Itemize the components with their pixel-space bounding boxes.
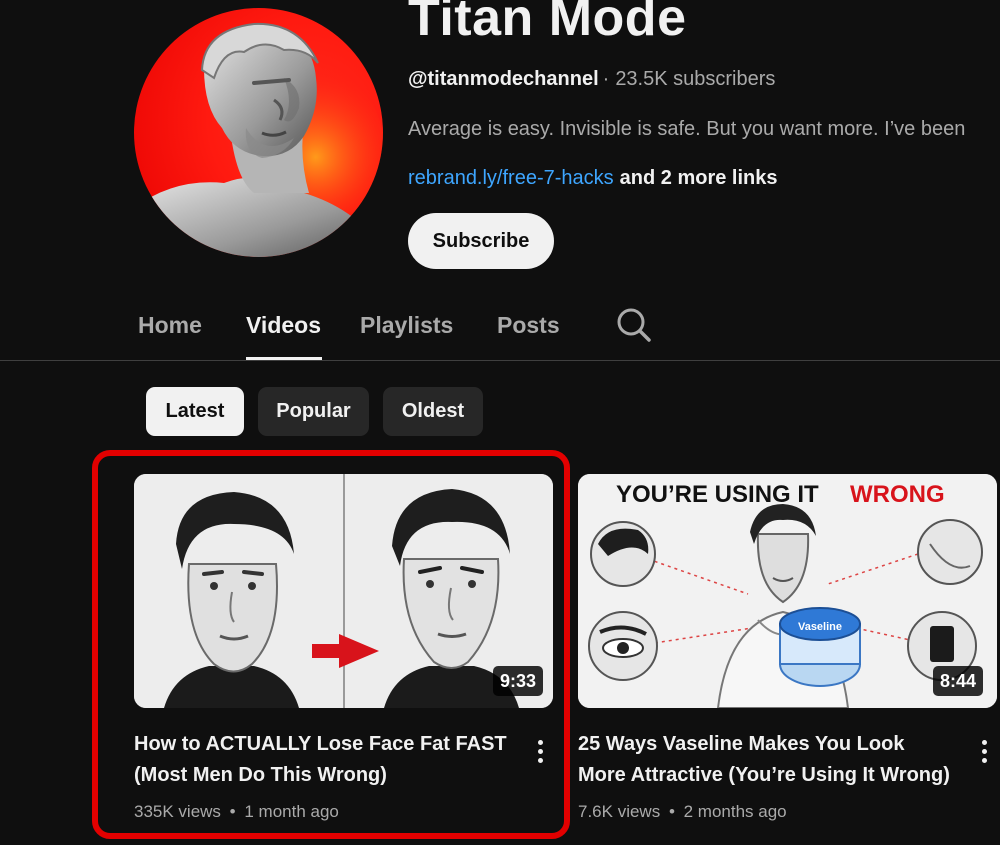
filter-latest[interactable]: Latest	[146, 387, 244, 436]
upload-age: 1 month ago	[244, 802, 339, 821]
meta-separator: ·	[602, 68, 610, 90]
filter-popular[interactable]: Popular	[258, 387, 369, 436]
video-duration: 9:33	[492, 666, 543, 696]
video-title-line: How to ACTUALLY Lose Face Fat FAST	[134, 733, 507, 755]
channel-title: Titan Mode	[408, 0, 687, 47]
view-count: 7.6K views	[578, 802, 661, 821]
filter-oldest[interactable]: Oldest	[383, 387, 483, 436]
channel-description[interactable]: Average is easy. Invisible is safe. But …	[408, 118, 965, 141]
upload-age: 2 months ago	[683, 802, 787, 821]
channel-avatar[interactable]	[134, 8, 383, 257]
video-thumbnail[interactable]: 9:33	[134, 474, 553, 708]
channel-handle: @titanmodechannel	[408, 68, 599, 90]
thumbnail-headline-accent: WRONG	[850, 481, 945, 508]
channel-page: Titan Mode @titanmodechannel · 23.5K subsc…	[0, 0, 1000, 845]
tab-posts[interactable]: Posts	[497, 312, 560, 339]
search-icon[interactable]	[614, 305, 654, 345]
channel-link[interactable]: rebrand.ly/free-7-hacks	[408, 167, 614, 189]
statue-bust-icon	[134, 22, 383, 257]
video-title[interactable]: How to ACTUALLY Lose Face Fat FAST (Most…	[134, 729, 524, 791]
video-thumbnail[interactable]: Vaseline YOU’RE USING IT WRONG 8:44	[578, 474, 997, 708]
view-count: 335K views	[134, 802, 221, 821]
meta-separator: •	[229, 802, 236, 821]
more-options-icon[interactable]	[973, 734, 995, 768]
tab-playlists[interactable]: Playlists	[360, 312, 453, 339]
jar-label: Vaseline	[798, 621, 842, 633]
channel-meta: @titanmodechannel · 23.5K subscribers	[408, 68, 775, 91]
video-title-line: 25 Ways Vaseline Makes You Look	[578, 733, 905, 755]
tabs-divider	[0, 360, 1000, 361]
video-duration: 8:44	[932, 666, 983, 696]
more-links-button[interactable]: and 2 more links	[620, 167, 778, 189]
channel-links: rebrand.ly/free-7-hacks and 2 more links	[408, 167, 778, 190]
video-title-line: More Attractive (You’re Using It Wrong)	[578, 764, 950, 786]
video-title-line: (Most Men Do This Wrong)	[134, 764, 387, 786]
video-title[interactable]: 25 Ways Vaseline Makes You Look More Att…	[578, 729, 973, 791]
video-meta: 335K views • 1 month ago	[134, 802, 339, 822]
tab-home[interactable]: Home	[138, 312, 202, 339]
tab-videos[interactable]: Videos	[246, 312, 321, 339]
subscribe-button[interactable]: Subscribe	[408, 213, 554, 269]
video-meta: 7.6K views • 2 months ago	[578, 802, 787, 822]
thumbnail-headline: YOU’RE USING IT	[616, 481, 819, 508]
more-options-icon[interactable]	[529, 734, 551, 768]
meta-separator: •	[668, 802, 675, 821]
subscriber-count: 23.5K subscribers	[615, 68, 776, 90]
face-before-after-icon	[134, 474, 553, 708]
channel-tabs: Home Videos Playlists Posts	[0, 300, 1000, 362]
